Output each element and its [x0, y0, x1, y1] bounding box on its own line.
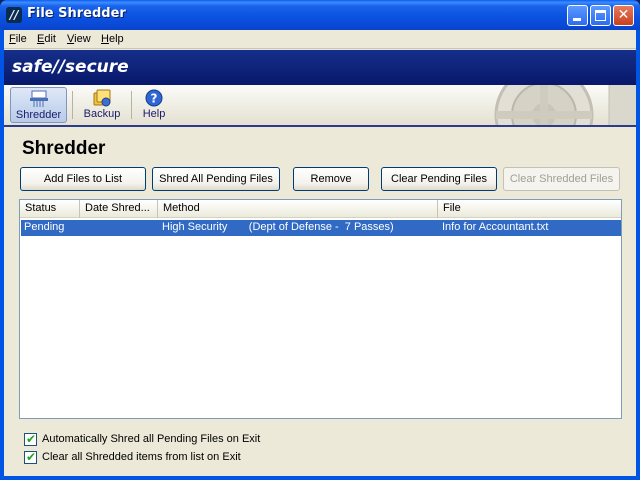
toolbar-shredder-label: Shredder	[15, 109, 62, 121]
brand-logo: safe//secure	[12, 57, 129, 77]
close-icon: ✕	[617, 7, 630, 23]
column-header-status[interactable]: Status	[20, 200, 80, 218]
minimize-button[interactable]	[567, 5, 588, 26]
column-header-method[interactable]: Method	[158, 200, 438, 218]
toolbar-separator	[131, 91, 132, 119]
column-header-date[interactable]: Date Shred...	[80, 200, 158, 218]
checkmark-icon: ✔	[26, 432, 37, 446]
toolbar-shredder-button[interactable]: Shredder	[10, 87, 67, 123]
menu-view-rest: iew	[74, 33, 91, 45]
add-files-button[interactable]: Add Files to List	[20, 167, 146, 191]
table-row[interactable]: Pending High Security (Dept of Defense -…	[21, 220, 621, 236]
menu-file[interactable]: File	[9, 33, 27, 45]
list-header: Status Date Shred... Method File	[20, 200, 621, 218]
vault-graphic	[494, 85, 636, 125]
clear-shredded-button: Clear Shredded Files	[503, 167, 620, 191]
auto-shred-label: Automatically Shred all Pending Files on…	[42, 433, 261, 445]
menu-help-accel: H	[101, 33, 109, 45]
shredder-icon	[29, 90, 48, 107]
toolbar-help-label: Help	[142, 108, 166, 120]
maximize-icon	[595, 10, 606, 21]
menu-edit-rest: dit	[44, 33, 56, 45]
help-icon: ?	[145, 89, 163, 107]
toolbar: Shredder Backup ? Help	[4, 85, 636, 127]
clear-pending-button[interactable]: Clear Pending Files	[381, 167, 497, 191]
svg-text:?: ?	[151, 92, 158, 106]
page-title: Shredder	[22, 138, 106, 159]
maximize-button[interactable]	[590, 5, 611, 26]
auto-shred-checkbox[interactable]: ✔	[24, 432, 37, 446]
toolbar-help-button[interactable]: ? Help	[137, 87, 171, 123]
remove-button[interactable]: Remove	[293, 167, 369, 191]
app-window: // File Shredder ✕ File Edit View Help s…	[0, 0, 640, 480]
row-file: Info for Accountant.txt	[442, 221, 549, 233]
toolbar-separator	[72, 91, 73, 119]
brand-banner: safe//secure	[4, 50, 636, 85]
window-title: File Shredder	[27, 6, 126, 21]
backup-icon	[93, 89, 111, 107]
column-header-file[interactable]: File	[438, 200, 621, 218]
row-method: High Security (Dept of Defense - 7 Passe…	[162, 221, 394, 233]
file-list[interactable]: Status Date Shred... Method File Pending…	[19, 199, 622, 419]
menu-file-rest: ile	[15, 33, 27, 45]
close-button[interactable]: ✕	[613, 5, 634, 26]
menu-bar: File Edit View Help	[4, 30, 636, 49]
minimize-icon	[573, 18, 581, 21]
shred-all-button[interactable]: Shred All Pending Files	[152, 167, 280, 191]
clear-shredded-checkbox[interactable]: ✔	[24, 450, 37, 464]
toolbar-backup-label: Backup	[83, 108, 121, 120]
menu-edit[interactable]: Edit	[37, 33, 56, 45]
menu-file-accel: F	[9, 33, 16, 45]
menu-help[interactable]: Help	[101, 33, 124, 45]
clear-shredded-label: Clear all Shredded items from list on Ex…	[42, 451, 241, 463]
client-area: File Edit View Help safe//secure Shredde…	[4, 30, 636, 476]
toolbar-backup-button[interactable]: Backup	[77, 87, 127, 123]
app-icon: //	[6, 7, 22, 23]
row-status: Pending	[24, 221, 65, 233]
menu-help-rest: elp	[108, 33, 124, 45]
checkmark-icon: ✔	[26, 450, 37, 464]
title-bar[interactable]: // File Shredder ✕	[0, 0, 640, 30]
menu-view[interactable]: View	[67, 33, 91, 45]
